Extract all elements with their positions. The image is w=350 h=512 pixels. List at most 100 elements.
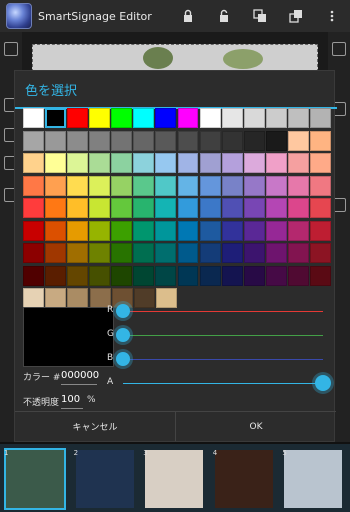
color-swatch[interactable] [287,153,309,173]
color-swatch[interactable] [155,198,177,218]
slider-thumb-a[interactable] [315,375,331,391]
color-swatch[interactable] [89,175,111,196]
unlock-icon[interactable] [206,0,242,32]
color-swatch[interactable] [177,130,199,151]
color-swatch[interactable] [155,220,177,241]
color-swatch[interactable] [155,130,177,151]
color-swatch[interactable] [221,220,243,241]
color-swatch[interactable] [23,130,44,151]
color-swatch[interactable] [67,288,89,308]
color-swatch[interactable] [133,198,155,218]
color-swatch[interactable] [133,175,155,196]
color-swatch[interactable] [89,153,111,173]
color-swatch[interactable] [67,108,89,128]
color-swatch[interactable] [243,130,265,151]
color-swatch[interactable] [133,108,155,128]
color-swatch[interactable] [111,220,133,241]
color-swatch[interactable] [243,198,265,218]
color-swatch[interactable] [111,108,133,128]
color-swatch[interactable] [287,175,309,196]
color-swatch[interactable] [89,130,111,151]
color-swatch[interactable] [45,153,66,173]
slider-track-r[interactable] [123,311,323,312]
color-swatch[interactable] [67,265,89,286]
color-swatch[interactable] [310,130,331,151]
hex-input[interactable]: 000000 [61,367,99,385]
color-swatch[interactable] [133,243,155,263]
color-swatch[interactable] [310,153,331,173]
color-swatch[interactable] [45,175,66,196]
color-swatch[interactable] [133,220,155,241]
color-swatch[interactable] [23,198,44,218]
color-swatch[interactable] [265,175,287,196]
color-swatch[interactable] [23,220,44,241]
color-swatch[interactable] [23,153,44,173]
color-swatch[interactable] [111,153,133,173]
signage-canvas[interactable] [32,44,318,72]
color-swatch[interactable] [133,153,155,173]
color-swatch[interactable] [265,265,287,286]
color-swatch[interactable] [45,220,66,241]
slider-track-a[interactable] [123,383,323,384]
color-swatch[interactable] [45,265,66,286]
color-swatch[interactable] [199,175,221,196]
color-swatch[interactable] [23,265,44,286]
layers-front-icon[interactable] [278,0,314,32]
color-swatch[interactable] [243,175,265,196]
color-swatch[interactable] [89,243,111,263]
color-swatch[interactable] [243,153,265,173]
color-swatch[interactable] [133,265,155,286]
color-swatch[interactable] [265,108,287,128]
color-swatch[interactable] [177,175,199,196]
move-icon[interactable] [332,42,346,56]
color-swatch[interactable] [265,243,287,263]
slider-thumb-g[interactable] [116,328,130,342]
move-icon[interactable] [4,42,18,56]
cancel-button[interactable]: キャンセル [15,412,175,441]
color-swatch[interactable] [287,220,309,241]
color-swatch[interactable] [177,108,199,128]
overflow-menu-icon[interactable] [314,0,350,32]
color-swatch[interactable] [111,175,133,196]
color-swatch[interactable] [265,220,287,241]
color-swatch[interactable] [177,243,199,263]
color-swatch[interactable] [221,108,243,128]
slide-thumbnail[interactable]: 2 [72,446,142,510]
color-swatch[interactable] [287,265,309,286]
color-swatch[interactable] [287,243,309,263]
color-swatch[interactable] [310,175,331,196]
color-swatch[interactable] [265,198,287,218]
color-swatch[interactable] [156,288,178,308]
slide-thumbnail[interactable]: 3 [141,446,211,510]
slider-track-b[interactable] [123,359,323,360]
color-swatch[interactable] [221,153,243,173]
color-swatch[interactable] [243,220,265,241]
color-swatch[interactable] [199,130,221,151]
color-swatch[interactable] [243,265,265,286]
color-swatch[interactable] [287,108,309,128]
color-swatch[interactable] [45,243,66,263]
color-swatch[interactable] [133,288,155,308]
ok-button[interactable]: OK [175,412,336,441]
color-swatch[interactable] [199,153,221,173]
color-swatch[interactable] [111,198,133,218]
color-swatch[interactable] [155,175,177,196]
slider-thumb-b[interactable] [116,352,130,366]
color-swatch[interactable] [221,130,243,151]
color-swatch[interactable] [45,288,67,308]
color-swatch[interactable] [155,243,177,263]
color-swatch[interactable] [89,220,111,241]
color-swatch[interactable] [89,108,111,128]
color-swatch[interactable] [67,175,89,196]
color-swatch[interactable] [89,198,111,218]
color-swatch[interactable] [23,108,44,128]
color-swatch[interactable] [199,198,221,218]
color-swatch[interactable] [221,265,243,286]
color-swatch[interactable] [89,265,111,286]
color-swatch[interactable] [23,243,44,263]
color-swatch[interactable] [221,198,243,218]
color-swatch[interactable] [45,130,66,151]
color-swatch[interactable] [23,288,44,308]
color-swatch[interactable] [67,153,89,173]
color-swatch[interactable] [287,130,309,151]
